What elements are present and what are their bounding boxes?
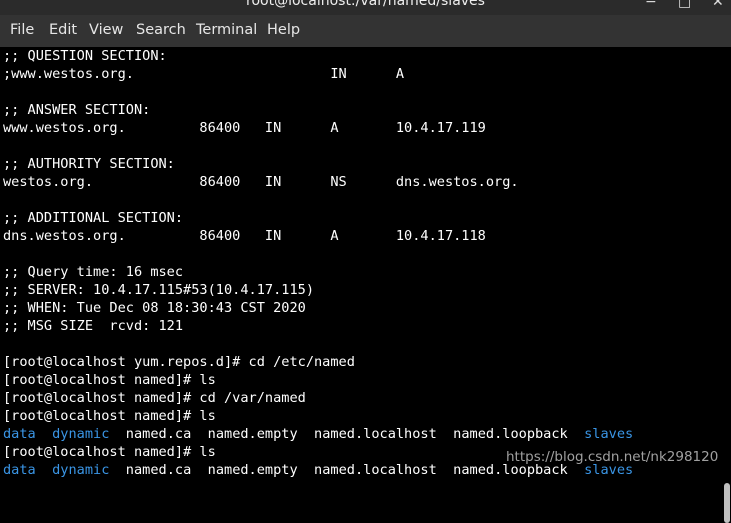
terminal-line: ;www.westos.org. IN A [3,66,405,82]
dir-entry-data: data [3,462,36,478]
ls-output-line: data dynamic named.ca named.empty named.… [3,425,633,443]
terminal-line: ;; AUTHORITY SECTION: [3,156,175,172]
menu-file[interactable]: File [10,22,34,38]
dir-entry-dynamic: dynamic [52,426,110,442]
terminal-line: ;; WHEN: Tue Dec 08 18:30:43 CST 2020 [3,300,306,316]
dir-entry-data: data [3,426,36,442]
close-icon[interactable]: ✕ [712,0,724,10]
terminal-line: [root@localhost yum.repos.d]# cd /etc/na… [3,354,355,370]
scrollbar-thumb[interactable] [724,483,730,523]
terminal-line: [root@localhost named]# cd /var/named [3,390,306,406]
terminal-output[interactable]: ;; QUESTION SECTION: ;www.westos.org. IN… [0,47,731,478]
window-titlebar: root@localhost:/var/named/slaves − □ ✕ [0,0,731,15]
menu-edit[interactable]: Edit [49,22,77,38]
terminal-line: ;; QUESTION SECTION: [3,48,167,64]
terminal-line: ;; ADDITIONAL SECTION: [3,210,184,226]
scrollbar[interactable] [723,47,731,523]
dir-entry-dynamic: dynamic [52,462,110,478]
menu-view[interactable]: View [89,22,123,38]
file-entries: named.ca named.empty named.localhost nam… [125,426,568,442]
terminal-line: [root@localhost named]# ls [3,444,216,460]
minimize-icon[interactable]: − [645,0,657,10]
terminal-line: ;; Query time: 16 msec [3,264,184,280]
menu-terminal[interactable]: Terminal [196,22,257,38]
watermark: https://blog.csdn.net/nk298120 [506,449,719,465]
menu-help[interactable]: Help [267,22,300,38]
terminal-line: [root@localhost named]# ls [3,372,216,388]
terminal-line: ;; MSG SIZE rcvd: 121 [3,318,184,334]
terminal-line: ;; SERVER: 10.4.17.115#53(10.4.17.115) [3,282,314,298]
menu-search[interactable]: Search [136,22,186,38]
menu-bar: File Edit View Search Terminal Help [0,15,731,47]
file-entries: named.ca named.empty named.localhost nam… [125,462,568,478]
terminal-line: [root@localhost named]# ls [3,408,216,424]
dir-entry-slaves: slaves [584,426,634,442]
terminal-line: www.westos.org. 86400 IN A 10.4.17.119 [3,120,486,136]
maximize-icon[interactable]: □ [678,0,691,10]
terminal-line: westos.org. 86400 IN NS dns.westos.org. [3,174,519,190]
terminal-line: ;; ANSWER SECTION: [3,102,151,118]
window-title: root@localhost:/var/named/slaves [246,0,485,9]
terminal-line: dns.westos.org. 86400 IN A 10.4.17.118 [3,228,486,244]
